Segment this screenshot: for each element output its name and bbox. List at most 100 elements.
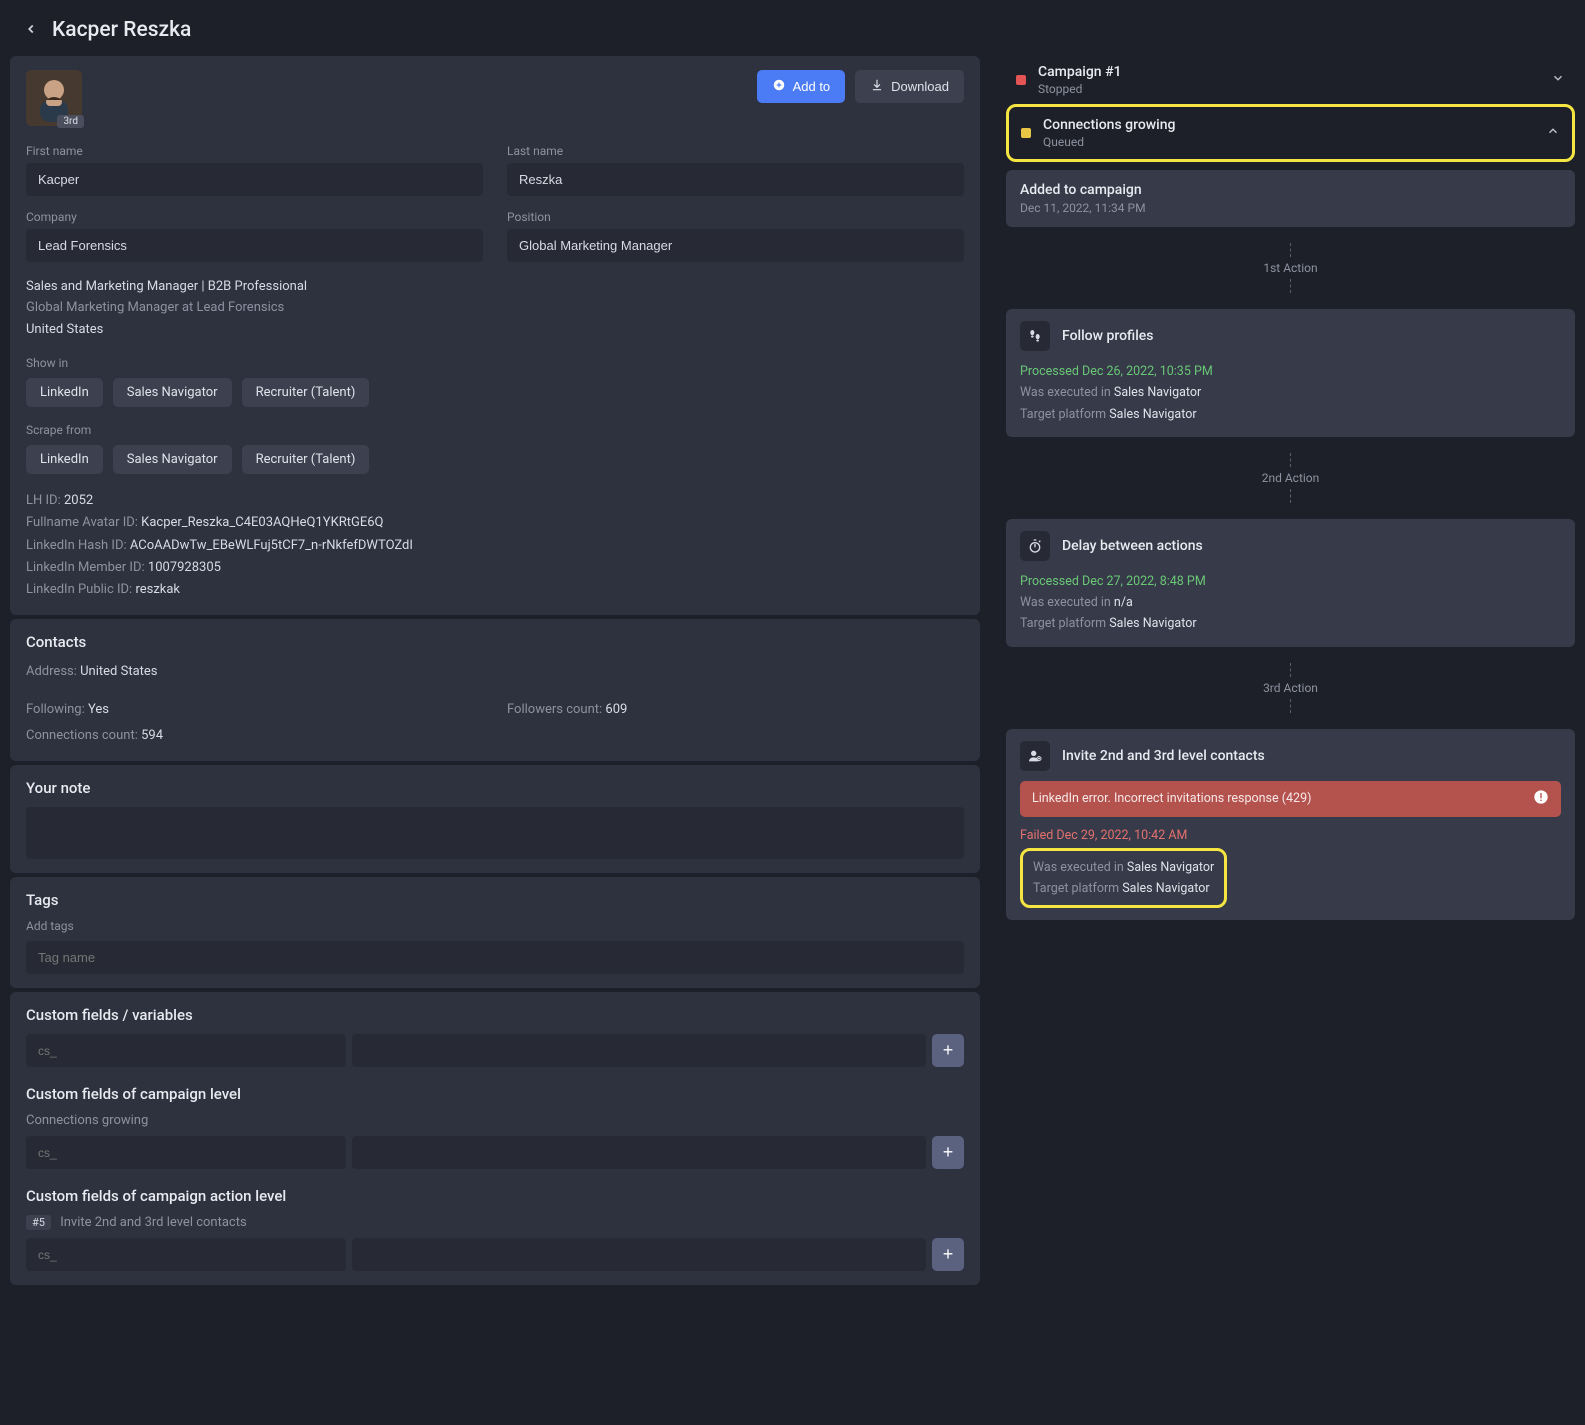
campaign-name: Campaign #1: [1038, 64, 1539, 80]
profile-card: 3rd Add to Download First name: [10, 56, 980, 615]
action-card-2: Delay between actions Processed Dec 27, …: [1006, 519, 1575, 647]
campaign-item[interactable]: Campaign #1 Stopped: [1006, 56, 1575, 104]
followers-value: 609: [605, 702, 627, 717]
error-banner: LinkedIn error. Incorrect invitations re…: [1020, 781, 1561, 817]
tag-name-input[interactable]: [26, 941, 964, 974]
profile-headline: Sales and Marketing Manager | B2B Profes…: [26, 276, 964, 297]
scrape-salesnav[interactable]: Sales Navigator: [113, 445, 232, 474]
cf-title: Custom fields / variables: [26, 1006, 964, 1024]
tags-title: Tags: [26, 891, 964, 909]
chevron-up-icon[interactable]: [1546, 124, 1560, 142]
profile-subline: Global Marketing Manager at Lead Forensi…: [26, 297, 964, 318]
company-input[interactable]: [26, 229, 483, 262]
show-in-label: Show in: [26, 356, 964, 370]
contacts-title: Contacts: [26, 633, 964, 651]
custom-fields-card: Custom fields / variables + Custom field…: [10, 992, 980, 1285]
download-icon: [870, 78, 884, 95]
footsteps-icon: [1020, 321, 1050, 351]
cf-action-add-button[interactable]: +: [932, 1238, 964, 1271]
action1-title: Follow profiles: [1062, 328, 1154, 344]
campaign-name: Connections growing: [1043, 117, 1534, 133]
chevron-down-icon[interactable]: [1551, 71, 1565, 89]
action1-executed: Sales Navigator: [1114, 385, 1201, 400]
cf-action-badge: #5: [26, 1215, 51, 1230]
back-chevron-icon[interactable]: [24, 20, 38, 41]
hash-id-value: ACoAADwTw_EBeWLFuj5tCF7_n-rNkfefDWTOZdI: [130, 538, 413, 553]
action-label-2: 2nd Action: [1006, 437, 1575, 511]
cf-action-sub: Invite 2nd and 3rd level contacts: [60, 1215, 247, 1230]
cf-campaign-add-button[interactable]: +: [932, 1136, 964, 1169]
status-square-icon: [1016, 75, 1026, 85]
stopwatch-icon: [1020, 531, 1050, 561]
highlighted-execution-box: Was executed in Sales Navigator Target p…: [1020, 848, 1227, 909]
invite-user-icon: [1020, 741, 1050, 771]
company-label: Company: [26, 210, 483, 224]
show-in-recruiter[interactable]: Recruiter (Talent): [242, 378, 370, 407]
cf-val-input[interactable]: [352, 1034, 926, 1067]
action2-title: Delay between actions: [1062, 538, 1203, 554]
action-label-3: 3rd Action: [1006, 647, 1575, 721]
campaign-status: Stopped: [1038, 82, 1539, 96]
connections-value: 594: [141, 728, 163, 743]
added-date: Dec 11, 2022, 11:34 PM: [1020, 201, 1561, 215]
campaign-status: Queued: [1043, 135, 1534, 149]
cf-add-button[interactable]: +: [932, 1034, 964, 1067]
cf-campaign-val-input[interactable]: [352, 1136, 926, 1169]
member-id-value: 1007928305: [148, 560, 221, 575]
action3-date: Dec 29, 2022, 10:42 AM: [1056, 828, 1187, 843]
action3-executed: Sales Navigator: [1127, 860, 1214, 875]
action1-date: Dec 26, 2022, 10:35 PM: [1082, 364, 1213, 379]
alert-icon: [1533, 789, 1549, 809]
contacts-card: Contacts Address: United States Followin…: [10, 619, 980, 761]
position-input[interactable]: [507, 229, 964, 262]
show-in-salesnav[interactable]: Sales Navigator: [113, 378, 232, 407]
note-card: Your note: [10, 765, 980, 873]
scrape-linkedin[interactable]: LinkedIn: [26, 445, 103, 474]
action2-executed: n/a: [1114, 595, 1133, 610]
first-name-label: First name: [26, 144, 483, 158]
show-in-linkedin[interactable]: LinkedIn: [26, 378, 103, 407]
avatar-id-value: Kacper_Reszka_C4E03AQHeQ1YKRtGE6Q: [141, 515, 383, 530]
action2-date: Dec 27, 2022, 8:48 PM: [1082, 574, 1206, 589]
note-title: Your note: [26, 779, 964, 797]
action3-target: Sales Navigator: [1122, 881, 1209, 896]
first-name-input[interactable]: [26, 163, 483, 196]
scrape-recruiter[interactable]: Recruiter (Talent): [242, 445, 370, 474]
add-to-button[interactable]: Add to: [757, 70, 846, 103]
action3-title: Invite 2nd and 3rd level contacts: [1062, 748, 1265, 764]
status-square-icon: [1021, 128, 1031, 138]
campaign-item-active[interactable]: Connections growing Queued: [1006, 104, 1575, 162]
position-label: Position: [507, 210, 964, 224]
note-input[interactable]: [26, 807, 964, 859]
action-card-3: Invite 2nd and 3rd level contacts Linked…: [1006, 729, 1575, 921]
action-label-1: 1st Action: [1006, 227, 1575, 301]
action2-target: Sales Navigator: [1109, 616, 1196, 631]
cf-campaign-sub: Connections growing: [26, 1113, 964, 1128]
page-header: Kacper Reszka: [10, 10, 1575, 56]
action-card-1: Follow profiles Processed Dec 26, 2022, …: [1006, 309, 1575, 437]
degree-badge: 3rd: [57, 115, 84, 128]
lh-id-value: 2052: [64, 493, 93, 508]
scrape-from-label: Scrape from: [26, 423, 964, 437]
add-tags-label: Add tags: [26, 919, 964, 933]
avatar: 3rd: [26, 70, 82, 126]
cf-campaign-key-input[interactable]: [26, 1136, 346, 1169]
cf-campaign-title: Custom fields of campaign level: [26, 1085, 964, 1103]
public-id-value: reszkak: [135, 582, 180, 597]
page-title: Kacper Reszka: [52, 18, 191, 42]
cf-action-title: Custom fields of campaign action level: [26, 1187, 964, 1205]
timeline-added: Added to campaign Dec 11, 2022, 11:34 PM: [1006, 170, 1575, 227]
cf-action-key-input[interactable]: [26, 1238, 346, 1271]
added-title: Added to campaign: [1020, 182, 1561, 198]
cf-key-input[interactable]: [26, 1034, 346, 1067]
last-name-input[interactable]: [507, 163, 964, 196]
last-name-label: Last name: [507, 144, 964, 158]
cf-action-val-input[interactable]: [352, 1238, 926, 1271]
download-button[interactable]: Download: [855, 70, 964, 103]
following-value: Yes: [88, 702, 109, 717]
plus-circle-icon: [772, 78, 786, 95]
action1-target: Sales Navigator: [1109, 407, 1196, 422]
tags-card: Tags Add tags: [10, 877, 980, 988]
profile-location: United States: [26, 319, 964, 340]
address-value: United States: [80, 664, 157, 679]
